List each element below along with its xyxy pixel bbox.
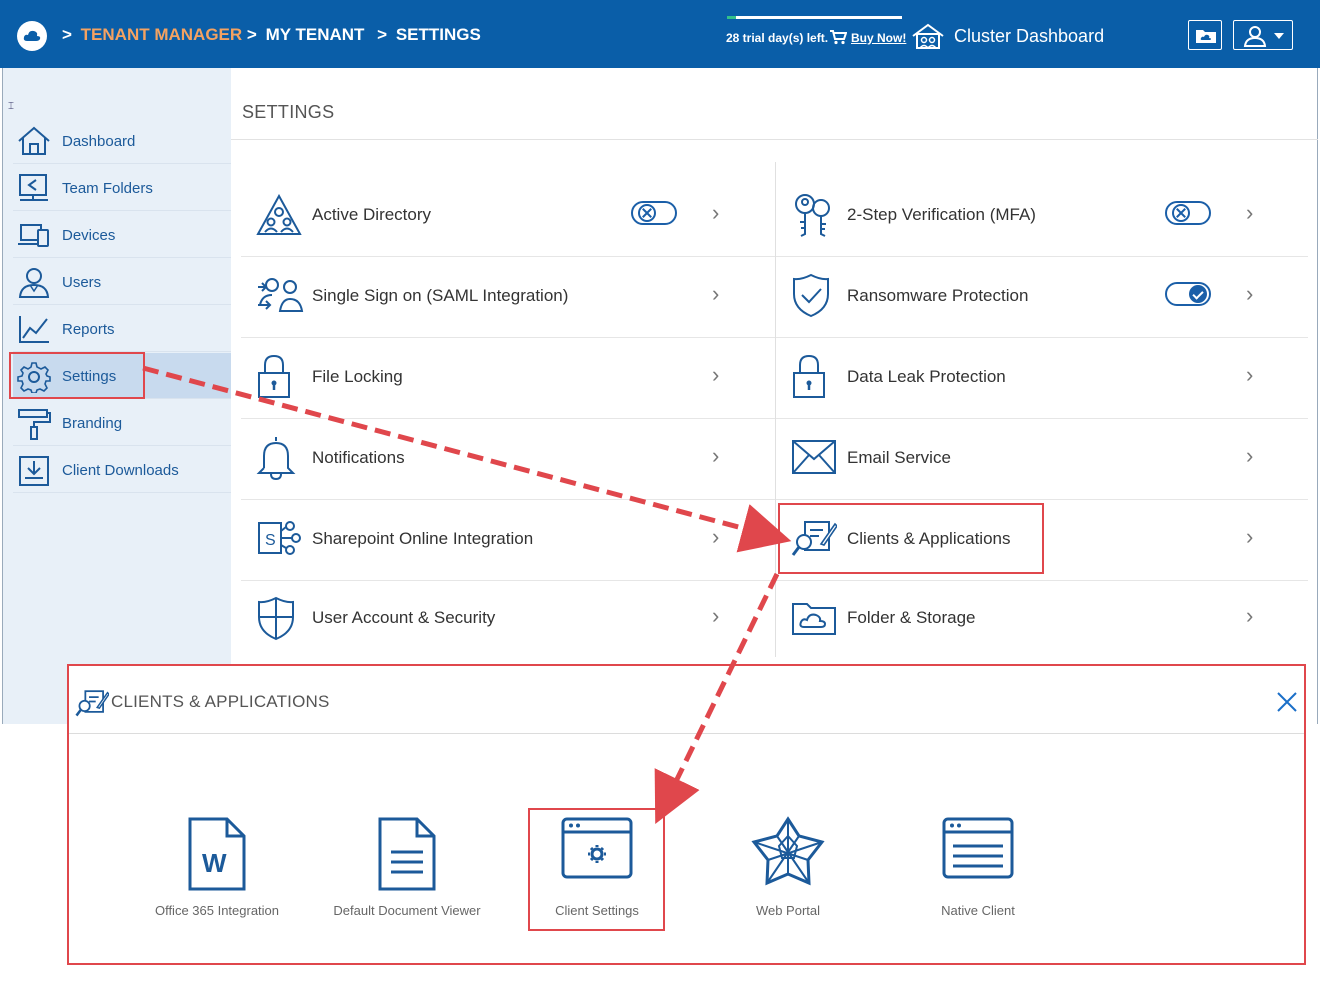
arrow-clients-to-client-settings [654,572,780,824]
callout-arrows [142,365,792,824]
arrow-settings-to-clients [142,365,792,553]
app-window: > TENANT MANAGER > MY TENANT > SETTINGS … [0,0,1320,988]
